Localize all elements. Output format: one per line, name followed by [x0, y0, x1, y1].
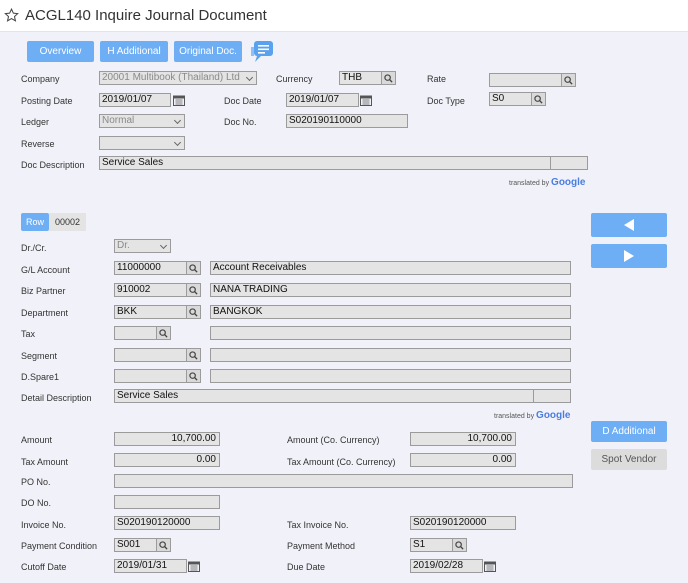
segment-label: Segment [21, 351, 58, 361]
detail-description-extra [533, 389, 571, 403]
overview-button[interactable]: Overview [27, 41, 94, 62]
calendar-icon[interactable] [171, 93, 186, 107]
invoice-no-field[interactable]: S020190120000 [114, 516, 220, 530]
rate-label: Rate [427, 74, 447, 84]
doc-type-search-icon[interactable] [531, 92, 546, 106]
doc-date-label: Doc Date [224, 96, 262, 106]
department-code[interactable]: BKK [114, 305, 187, 319]
currency-field[interactable]: THB [339, 71, 382, 85]
doc-description-extra [550, 156, 588, 170]
arrow-right-icon [624, 250, 634, 262]
page-title: ACGL140 Inquire Journal Document [25, 7, 267, 24]
posting-date-label: Posting Date [21, 96, 73, 106]
payment-condition-field[interactable]: S001 [114, 538, 157, 552]
dspare-search-icon[interactable] [186, 369, 201, 383]
segment-code[interactable] [114, 348, 187, 362]
calendar-icon[interactable] [186, 559, 201, 573]
doc-type-label: Doc Type [427, 96, 465, 106]
segment-search-icon[interactable] [186, 348, 201, 362]
dspare1-name [210, 369, 571, 383]
do-no-label: DO No. [21, 498, 52, 508]
detail-description-field[interactable]: Service Sales [114, 389, 534, 403]
original-doc-button[interactable]: Original Doc. [174, 41, 242, 62]
doc-no-label: Doc No. [224, 117, 257, 127]
tax-amount-field[interactable]: 0.00 [114, 453, 220, 467]
cutoff-date-field[interactable]: 2019/01/31 [114, 559, 187, 573]
tax-code[interactable] [114, 326, 157, 340]
segment-name [210, 348, 571, 362]
due-date-label: Due Date [287, 562, 326, 572]
po-no-label: PO No. [21, 477, 51, 487]
dspare1-label: D.Spare1 [21, 372, 60, 382]
invoice-no-label: Invoice No. [21, 520, 67, 530]
tax-invoice-no-field[interactable]: S020190120000 [410, 516, 516, 530]
currency-label: Currency [276, 74, 313, 84]
tax-label: Tax [21, 329, 36, 339]
star-icon[interactable] [4, 8, 19, 23]
dept-search-icon[interactable] [186, 305, 201, 319]
payment-method-label: Payment Method [287, 541, 356, 551]
previous-row-button[interactable] [591, 213, 667, 237]
doc-type-field[interactable]: S0 [489, 92, 532, 106]
due-date-field[interactable]: 2019/02/28 [410, 559, 483, 573]
currency-search-icon[interactable] [381, 71, 396, 85]
drcr-label: Dr./Cr. [21, 243, 47, 253]
company-label: Company [21, 74, 60, 84]
h-additional-button[interactable]: H Additional [100, 41, 168, 62]
calendar-icon[interactable] [482, 559, 497, 573]
gl-search-icon[interactable] [186, 261, 201, 275]
doc-date-field[interactable]: 2019/01/07 [286, 93, 359, 107]
biz-partner-name: NANA TRADING [210, 283, 571, 297]
rate-search-icon[interactable] [561, 73, 576, 87]
dspare1-code[interactable] [114, 369, 187, 383]
biz-partner-label: Biz Partner [21, 286, 66, 296]
chat-icon[interactable] [248, 40, 274, 64]
gl-account-name: Account Receivables [210, 261, 571, 275]
gl-account-code[interactable]: 11000000 [114, 261, 187, 275]
bp-search-icon[interactable] [186, 283, 201, 297]
biz-partner-code[interactable]: 910002 [114, 283, 187, 297]
row-label: Row [21, 213, 49, 231]
po-no-field[interactable] [114, 474, 573, 488]
arrow-left-icon [624, 219, 634, 231]
payment-condition-label: Payment Condition [21, 541, 98, 551]
reverse-label: Reverse [21, 139, 55, 149]
translated-by-google: translated by Google [494, 410, 571, 421]
department-label: Department [21, 308, 69, 318]
row-number: 00002 [49, 213, 86, 231]
amount-field[interactable]: 10,700.00 [114, 432, 220, 446]
tax-amount-label: Tax Amount [21, 457, 69, 467]
tax-invoice-no-label: Tax Invoice No. [287, 520, 349, 530]
company-select[interactable]: 20001 Multibook (Thailand) Ltd [99, 71, 257, 85]
rate-field[interactable] [489, 73, 562, 87]
amount-cc-field[interactable]: 10,700.00 [410, 432, 516, 446]
payment-method-search-icon[interactable] [452, 538, 467, 552]
next-row-button[interactable] [591, 244, 667, 268]
doc-description-field[interactable]: Service Sales [99, 156, 551, 170]
ledger-select[interactable]: Normal [99, 114, 185, 128]
posting-date-field[interactable]: 2019/01/07 [99, 93, 171, 107]
tax-search-icon[interactable] [156, 326, 171, 340]
drcr-select[interactable]: Dr. [114, 239, 171, 253]
gl-account-label: G/L Account [21, 265, 70, 275]
d-additional-button[interactable]: D Additional [591, 421, 667, 442]
tax-name [210, 326, 571, 340]
amount-cc-label: Amount (Co. Currency) [287, 435, 380, 445]
ledger-label: Ledger [21, 117, 50, 127]
amount-label: Amount [21, 435, 53, 445]
cutoff-date-label: Cutoff Date [21, 562, 67, 572]
tax-amount-cc-field[interactable]: 0.00 [410, 453, 516, 467]
payment-condition-search-icon[interactable] [156, 538, 171, 552]
department-name: BANGKOK [210, 305, 571, 319]
spot-vendor-button[interactable]: Spot Vendor [591, 449, 667, 470]
doc-no-field[interactable]: S020190110000 [286, 114, 408, 128]
detail-description-label: Detail Description [21, 393, 92, 403]
translated-by-google: translated by Google [509, 177, 586, 188]
do-no-field[interactable] [114, 495, 220, 509]
doc-description-label: Doc Description [21, 160, 85, 170]
calendar-icon[interactable] [358, 93, 373, 107]
tax-amount-cc-label: Tax Amount (Co. Currency) [287, 457, 396, 467]
reverse-select[interactable] [99, 136, 185, 150]
payment-method-field[interactable]: S1 [410, 538, 453, 552]
